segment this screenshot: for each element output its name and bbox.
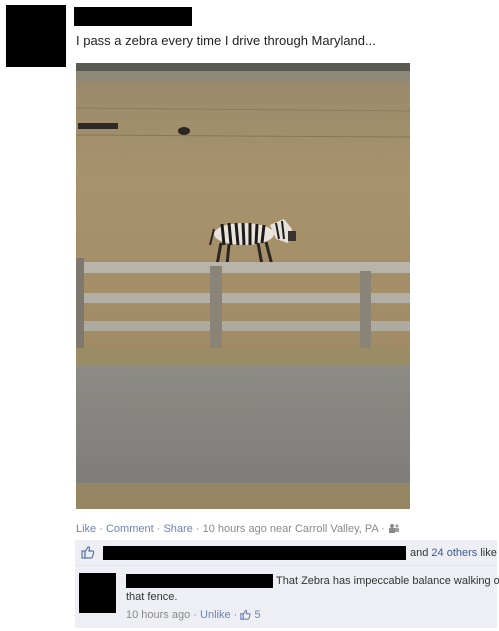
- likes-summary: and 24 others like this.: [75, 540, 499, 566]
- post-text: I pass a zebra every time I drive throug…: [76, 33, 376, 48]
- post-photo[interactable]: [76, 63, 410, 509]
- comment-text-line-1: That Zebra has impeccable balance walkin…: [276, 575, 499, 587]
- commenter-avatar[interactable]: [79, 573, 116, 613]
- poster-name-redacted: [74, 7, 192, 26]
- unlike-link[interactable]: Unlike: [200, 609, 231, 621]
- others-likes-link[interactable]: 24 others: [431, 547, 477, 559]
- thumbs-up-icon: [81, 545, 95, 559]
- comment-like-count[interactable]: 5: [254, 609, 260, 621]
- comment: That Zebra has impeccable balance walkin…: [75, 566, 499, 628]
- comment-timestamp[interactable]: 10 hours ago: [126, 609, 190, 621]
- share-link[interactable]: Share: [163, 523, 192, 535]
- poster-avatar[interactable]: [6, 5, 66, 67]
- commenter-name-redacted: [126, 574, 273, 588]
- comment-link[interactable]: Comment: [106, 523, 154, 535]
- like-link[interactable]: Like: [76, 523, 96, 535]
- liker-names-redacted: [103, 546, 406, 560]
- likes-text: and 24 others like this.: [410, 547, 499, 559]
- post-timestamp-location[interactable]: 10 hours ago near Carroll Valley, PA: [203, 523, 378, 535]
- friends-icon[interactable]: [388, 523, 400, 533]
- comment-text-line-2: that fence.: [126, 591, 178, 603]
- comment-meta: 10 hours ago · Unlike · 5: [126, 609, 261, 621]
- thumbs-up-icon[interactable]: [240, 609, 251, 620]
- post-action-bar: Like · Comment · Share · 10 hours ago ne…: [76, 523, 400, 535]
